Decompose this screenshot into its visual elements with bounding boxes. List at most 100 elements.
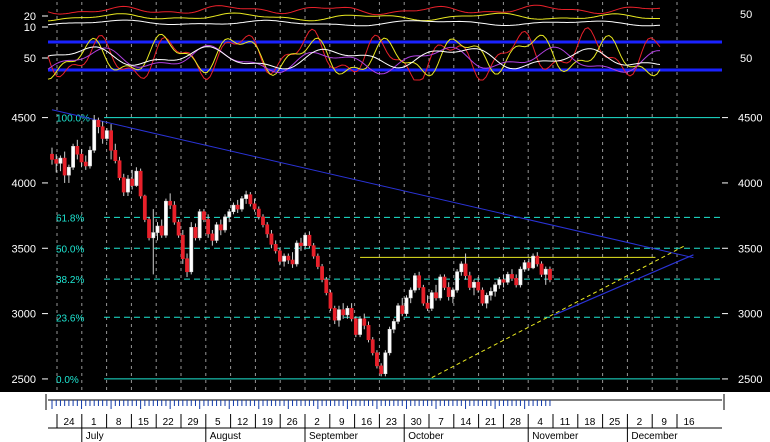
day-label-6: 5 [215,417,221,428]
candle-body-24 [151,232,156,239]
candle-body-67 [332,308,337,321]
candle-body-60 [303,234,308,246]
candle-body-109 [510,274,514,279]
day-label-12: 16 [361,417,373,428]
candle-body-25 [155,225,160,233]
candle-body-3 [62,157,67,176]
candle-body-89 [425,302,430,309]
chart-window: 20 10 50 50 50 100.0% 61.8% 50.0% 38.2% 23.6% 0.0… [0,0,770,442]
candle-body-32 [185,258,189,273]
candle-body-66 [328,292,333,309]
candle-body-65 [324,279,329,293]
candle-body-34 [193,227,198,239]
candle-body-114 [531,255,535,269]
candle-body-58 [294,242,299,265]
day-label-15: 7 [438,417,444,428]
candle-body-14 [109,130,113,151]
candle-body-22 [142,195,147,220]
price-tick-left: 3000 [12,309,36,321]
candle-body-15 [113,149,118,162]
month-label-3: October [408,431,444,442]
price-tick-left: 4000 [12,178,36,190]
price-tick-right: 4500 [738,113,762,125]
candle-body-41 [223,216,227,231]
day-label-18: 28 [510,417,522,428]
day-label-24: 9 [661,417,667,428]
osc-left-tick: 50 [24,53,36,65]
candle-body-38 [210,233,215,241]
price-tick-right: 2500 [738,374,762,386]
candle-body-94 [446,287,451,297]
candle-body-52 [269,233,274,245]
price-tick-left: 4500 [12,113,36,125]
candle-body-85 [408,289,413,299]
candle-body-117 [543,268,548,275]
month-label-5: December [631,431,678,442]
candle-body-12 [100,126,105,139]
candlestick-chart: 2010505050 100.0%61.8%50.0%38.2%23.6%0.0… [0,0,770,442]
candle-body-108 [505,274,510,283]
candle-body-57 [290,259,295,265]
day-label-2: 8 [116,417,122,428]
candle-body-102 [480,289,485,304]
candle-body-17 [121,177,126,193]
month-label-0: July [86,431,104,442]
candle-body-55 [282,255,287,262]
candle-body-37 [206,219,211,235]
candle-body-51 [265,224,270,235]
candle-body-82 [396,305,400,322]
candle-body-64 [320,266,324,280]
candle-body-71 [349,308,354,320]
candle-body-76 [370,339,375,354]
candle-body-13 [104,130,109,139]
candle-body-61 [307,234,312,246]
candle-body-88 [421,287,426,304]
price-tick-right: 3000 [738,309,762,321]
candle-body-50 [261,216,265,226]
candle-body-113 [526,262,531,269]
candle-body-42 [227,211,232,218]
candle-body-72 [353,318,358,335]
candle-body-4 [66,166,71,176]
candle-body-28 [168,200,173,206]
osc-right-tick: 50 [740,9,752,21]
day-label-25: 16 [683,417,695,428]
candle-body-31 [180,234,185,260]
candle-body-59 [299,242,303,246]
candle-body-99 [467,275,472,288]
candle-body-16 [117,160,122,179]
candle-body-56 [286,255,291,261]
candle-body-20 [134,170,139,186]
candle-body-87 [417,275,422,288]
month-label-4: November [532,431,579,442]
candle-body-101 [476,281,481,291]
candle-body-10 [92,119,97,151]
day-label-13: 23 [386,417,398,428]
candle-body-36 [202,211,206,220]
candle-body-46 [244,194,249,199]
candle-body-95 [450,289,455,297]
osc-right-tick: 50 [740,53,752,65]
candle-body-18 [126,178,130,193]
osc-left-tick: 10 [24,22,36,34]
candle-body-7 [79,153,84,163]
candle-body-81 [391,321,396,330]
day-label-16: 14 [460,417,472,428]
day-label-9: 26 [287,417,299,428]
candle-body-23 [147,219,151,239]
candle-body-107 [501,279,506,283]
candle-body-45 [240,198,244,210]
day-label-17: 21 [485,417,497,428]
day-label-7: 12 [237,417,249,428]
candle-body-27 [164,200,168,236]
candle-body-69 [341,309,346,316]
candle-body-30 [176,221,181,236]
candle-body-110 [514,278,519,286]
price-tick-right: 4000 [738,178,762,190]
candle-body-91 [434,292,438,299]
fib-label-5: 0.0% [56,375,79,386]
candle-body-33 [189,227,194,273]
candle-body-103 [484,295,489,304]
candle-body-39 [214,224,219,241]
candle-body-96 [455,271,460,291]
